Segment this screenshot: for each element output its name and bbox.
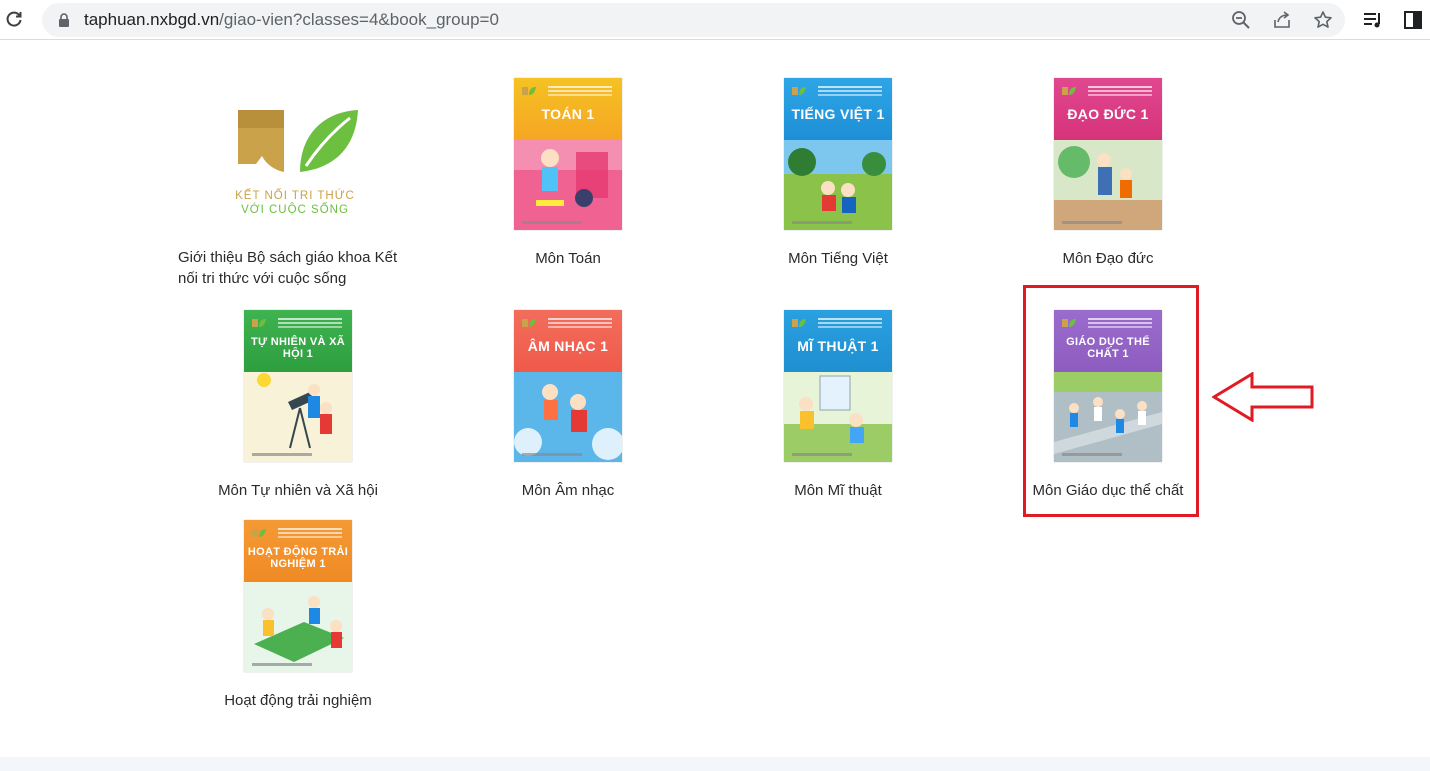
cover-title: HOẠT ĐỘNG TRẢI NGHIỆM 1 <box>247 546 349 570</box>
book-item-toan[interactable]: TOÁN 1 Môn Toán <box>438 78 698 269</box>
cover-illustration-icon <box>244 582 352 672</box>
publisher-logo-icon <box>522 319 536 327</box>
cover-illustration-icon <box>514 140 622 230</box>
publisher-logo-icon <box>792 319 806 327</box>
book-label[interactable]: Môn Mĩ thuật <box>708 480 968 501</box>
lock-icon[interactable] <box>58 13 70 27</box>
cover-title: TOÁN 1 <box>541 106 595 122</box>
side-panel-icon[interactable] <box>1402 9 1424 31</box>
reload-icon[interactable] <box>4 9 24 29</box>
publisher-logo-icon <box>252 529 266 537</box>
cover-title: MĨ THUẬT 1 <box>797 338 879 354</box>
share-icon[interactable] <box>1272 10 1292 30</box>
cover-illustration-icon <box>784 140 892 230</box>
intro-label[interactable]: Giới thiệu Bộ sách giáo khoa Kết nối tri… <box>168 247 418 289</box>
book-label[interactable]: Hoạt động trải nghiệm <box>168 690 428 711</box>
publisher-logo-icon <box>1062 87 1076 95</box>
cover-title: ÂM NHẠC 1 <box>527 338 609 354</box>
address-bar[interactable]: taphuan.nxbgd.vn/giao-vien?classes=4&boo… <box>42 3 1345 37</box>
url-path: /giao-vien?classes=4&book_group=0 <box>219 10 499 29</box>
zoom-icon[interactable] <box>1231 10 1251 30</box>
cover-illustration-icon <box>784 372 892 462</box>
cover-title: ĐẠO ĐỨC 1 <box>1067 106 1149 122</box>
logo-text-line1: KẾT NỐI TRI THỨC <box>235 188 355 202</box>
book-item-dao-duc[interactable]: ĐẠO ĐỨC 1 Môn Đạo đức <box>978 78 1238 269</box>
logo-text-line2: VỚI CUỘC SỐNG <box>241 202 349 216</box>
book-cover[interactable]: HOẠT ĐỘNG TRẢI NGHIỆM 1 <box>244 520 352 672</box>
left-arrow-icon <box>1212 372 1314 422</box>
book-cover[interactable]: ÂM NHẠC 1 <box>514 310 622 462</box>
url-text[interactable]: taphuan.nxbgd.vn/giao-vien?classes=4&boo… <box>84 10 499 30</box>
cover-title: TIẾNG VIỆT 1 <box>791 106 885 122</box>
book-cover[interactable]: TỰ NHIÊN VÀ XÃ HỘI 1 <box>244 310 352 462</box>
browser-toolbar: taphuan.nxbgd.vn/giao-vien?classes=4&boo… <box>0 0 1430 40</box>
bookmark-star-icon[interactable] <box>1313 10 1333 30</box>
cover-illustration-icon <box>514 372 622 462</box>
book-item-tu-nhien-xa-hoi[interactable]: TỰ NHIÊN VÀ XÃ HỘI 1 Môn Tự nhiên và Xã … <box>168 310 428 501</box>
book-item-tieng-viet[interactable]: TIẾNG VIỆT 1 Môn Tiếng Việt <box>708 78 968 269</box>
cover-illustration-icon <box>1054 140 1162 230</box>
book-label[interactable]: Môn Toán <box>438 248 698 269</box>
media-control-icon[interactable] <box>1362 9 1384 31</box>
cover-illustration-icon <box>244 372 352 462</box>
book-cover[interactable]: ĐẠO ĐỨC 1 <box>1054 78 1162 230</box>
book-item-hoat-dong-trai-nghiem[interactable]: HOẠT ĐỘNG TRẢI NGHIỆM 1 Hoạt động trải n… <box>168 520 428 711</box>
highlight-box <box>1023 285 1199 517</box>
ket-noi-tri-thuc-logo-icon: KẾT NỐI TRI THỨC VỚI CUỘC SỐNG <box>235 110 358 216</box>
publisher-logo-icon <box>252 319 266 327</box>
cover-title: TỰ NHIÊN VÀ XÃ HỘI 1 <box>251 336 345 360</box>
book-label[interactable]: Môn Đạo đức <box>978 248 1238 269</box>
book-label[interactable]: Môn Âm nhạc <box>438 480 698 501</box>
footer-band <box>0 757 1430 771</box>
book-label[interactable]: Môn Tự nhiên và Xã hội <box>168 480 428 501</box>
book-cover[interactable]: MĨ THUẬT 1 <box>784 310 892 462</box>
publisher-logo-icon <box>522 87 536 95</box>
book-cover[interactable]: TIẾNG VIỆT 1 <box>784 78 892 230</box>
book-label[interactable]: Môn Tiếng Việt <box>708 248 968 269</box>
publisher-logo-icon <box>792 87 806 95</box>
intro-item[interactable]: KẾT NỐI TRI THỨC VỚI CUỘC SỐNG Giới thiệ… <box>168 78 428 289</box>
book-item-am-nhac[interactable]: ÂM NHẠC 1 Môn Âm nhạc <box>438 310 698 501</box>
book-item-mi-thuat[interactable]: MĨ THUẬT 1 Môn Mĩ thuật <box>708 310 968 501</box>
url-host: taphuan.nxbgd.vn <box>84 10 220 29</box>
book-cover[interactable]: TOÁN 1 <box>514 78 622 230</box>
